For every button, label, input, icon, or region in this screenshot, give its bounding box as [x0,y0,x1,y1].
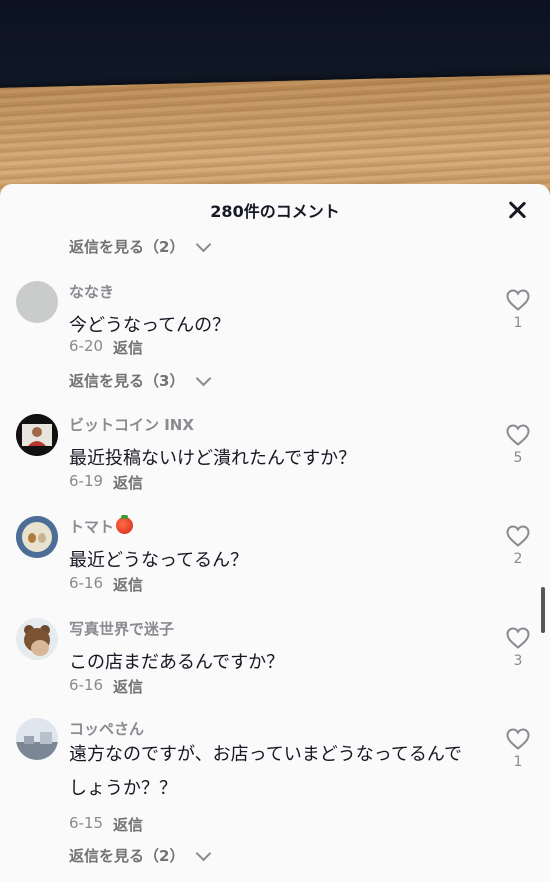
comment-username-text: トマト [69,518,115,536]
view-replies-button[interactable]: 返信を見る（2） [69,236,212,257]
comment-date: 6-20 [69,337,104,355]
tomato-icon [116,515,134,534]
plate-avatar-icon [16,516,58,558]
chevron-down-icon [196,236,212,252]
reply-button[interactable]: 返信 [113,814,143,835]
heart-icon [506,289,530,311]
comment-meta: 6-16 返信 [69,574,143,595]
comment-username[interactable]: トマト [69,515,134,537]
heart-icon [506,424,530,446]
reply-button[interactable]: 返信 [113,574,143,595]
like-count: 3 [513,653,523,669]
like-button[interactable]: 1 [502,289,534,331]
view-replies-label: 返信を見る（3） [69,372,185,390]
avatar[interactable] [16,516,58,558]
view-replies-button[interactable]: 返信を見る（2） [69,845,212,866]
bear-avatar-icon [16,618,58,660]
like-button[interactable]: 1 [502,728,534,770]
comment-date: 6-15 [69,814,104,832]
comment-meta: 6-15 返信 [69,814,143,835]
like-button[interactable]: 3 [502,627,534,669]
like-count: 5 [513,450,523,466]
like-count: 1 [513,754,523,770]
avatar[interactable] [16,281,58,323]
heart-icon [506,728,530,750]
comment-date: 6-19 [69,472,104,490]
close-icon[interactable] [506,199,528,221]
comment-username[interactable]: コッペさん [69,718,144,739]
comment-meta: 6-16 返信 [69,676,143,697]
comment-username[interactable]: ビットコイン INX [69,414,194,435]
reply-button[interactable]: 返信 [113,676,143,697]
view-replies-label: 返信を見る（2） [69,238,185,256]
chevron-down-icon [196,370,212,386]
chevron-down-icon [196,845,212,861]
avatar[interactable] [16,414,58,456]
comment-sheet: 280件のコメント 返信を見る（2） ななき 今どうなってんの？ 6-20 返信… [0,184,550,882]
heart-icon [506,525,530,547]
comment-username[interactable]: ななき [69,281,114,302]
reply-button[interactable]: 返信 [113,337,143,358]
avatar[interactable] [16,718,58,760]
comment-username[interactable]: 写真世界で迷子 [69,618,174,639]
comment-header: 280件のコメント [0,184,550,236]
view-replies-button[interactable]: 返信を見る（3） [69,370,212,391]
reply-button[interactable]: 返信 [113,472,143,493]
comment-text: 遠方なのですが、お店っていまどうなってるんでしょうか？？ [69,744,462,799]
like-count: 1 [513,315,523,331]
like-count: 2 [513,551,523,567]
view-replies-label: 返信を見る（2） [69,847,185,865]
comment-meta: 6-19 返信 [69,472,143,493]
landscape-avatar-icon [16,718,58,760]
like-button[interactable]: 2 [502,525,534,567]
comment-date: 6-16 [69,574,104,592]
person-avatar-icon [16,414,58,456]
avatar[interactable] [16,618,58,660]
comment-meta: 6-20 返信 [69,337,143,358]
heart-icon [506,627,530,649]
like-button[interactable]: 5 [502,424,534,466]
comment-date: 6-16 [69,676,104,694]
comment-count-title: 280件のコメント [210,202,340,221]
scrollbar-thumb[interactable] [541,587,545,633]
